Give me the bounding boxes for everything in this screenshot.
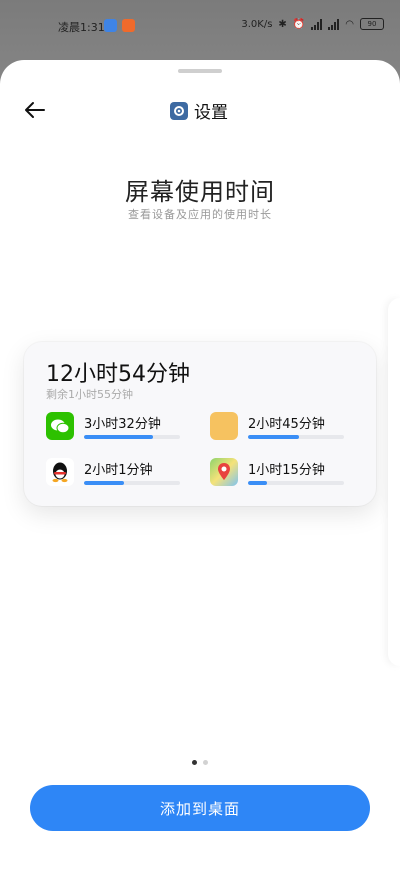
- page-subtitle: 查看设备及应用的使用时长: [128, 208, 272, 221]
- qq-icon: [46, 458, 74, 486]
- gear-icon: [170, 101, 188, 120]
- remaining-time: 剩余1小时55分钟: [46, 388, 133, 401]
- usage-bar-fill: [248, 435, 299, 439]
- page-title: 屏幕使用时间: [125, 178, 275, 206]
- app-usage-time: 2小时45分钟: [248, 417, 325, 432]
- battery-icon: 90: [360, 18, 384, 30]
- wifi-icon: ◠: [345, 18, 354, 30]
- usage-bar: [248, 481, 344, 485]
- page-indicator: [0, 760, 400, 765]
- app-usage-item: 2小时1分钟: [46, 458, 206, 494]
- usage-bar: [84, 481, 180, 485]
- network-speed: 3.0K/s: [241, 18, 273, 30]
- drag-handle[interactable]: [178, 69, 222, 73]
- app-usage-item: 1小时15分钟: [210, 458, 370, 494]
- page-dot[interactable]: [192, 760, 197, 765]
- back-button[interactable]: [22, 96, 50, 124]
- alarm-icon: ⏰: [292, 18, 306, 30]
- app-usage-time: 2小时1分钟: [84, 463, 153, 478]
- notification-app-icon: [104, 19, 117, 32]
- screen-time-widget[interactable]: 12小时54分钟 剩余1小时55分钟 3小时32分钟 2小时45分钟 2小时1分…: [24, 342, 376, 506]
- usage-bar-fill: [84, 435, 154, 439]
- usage-bar-fill: [84, 481, 125, 485]
- usage-bar-fill: [248, 481, 268, 485]
- signal-icon: [311, 18, 323, 30]
- signal-icon-2: [328, 18, 340, 30]
- app-usage-item: 2小时45分钟: [210, 412, 370, 448]
- app-usage-item: 3小时32分钟: [46, 412, 206, 448]
- usage-bar: [84, 435, 180, 439]
- wechat-icon: [46, 412, 74, 440]
- total-usage-time: 12小时54分钟: [46, 362, 190, 387]
- header-title: 设置: [170, 98, 228, 123]
- maps-icon: [210, 458, 238, 486]
- app-usage-time: 1小时15分钟: [248, 463, 325, 478]
- bottom-sheet: 设置 屏幕使用时间 查看设备及应用的使用时长 12小时54分钟 剩余1小时55分…: [0, 60, 400, 889]
- header-label: 设置: [194, 103, 228, 123]
- page-dot[interactable]: [203, 760, 208, 765]
- status-bar: 凌晨1:31 3.0K/s ✱ ⏰ ◠ 90: [0, 0, 400, 52]
- app-usage-time: 3小时32分钟: [84, 417, 161, 432]
- status-time: 凌晨1:31: [58, 21, 105, 34]
- next-widget-preview[interactable]: [388, 298, 400, 666]
- bluetooth-icon: ✱: [278, 18, 287, 30]
- notification-app-icon-2: [122, 19, 135, 32]
- status-indicators: 3.0K/s ✱ ⏰ ◠ 90: [241, 18, 384, 30]
- back-arrow-icon: [25, 102, 45, 118]
- add-to-desktop-button[interactable]: 添加到桌面: [30, 785, 370, 831]
- orange-app-icon: [210, 412, 238, 440]
- usage-bar: [248, 435, 344, 439]
